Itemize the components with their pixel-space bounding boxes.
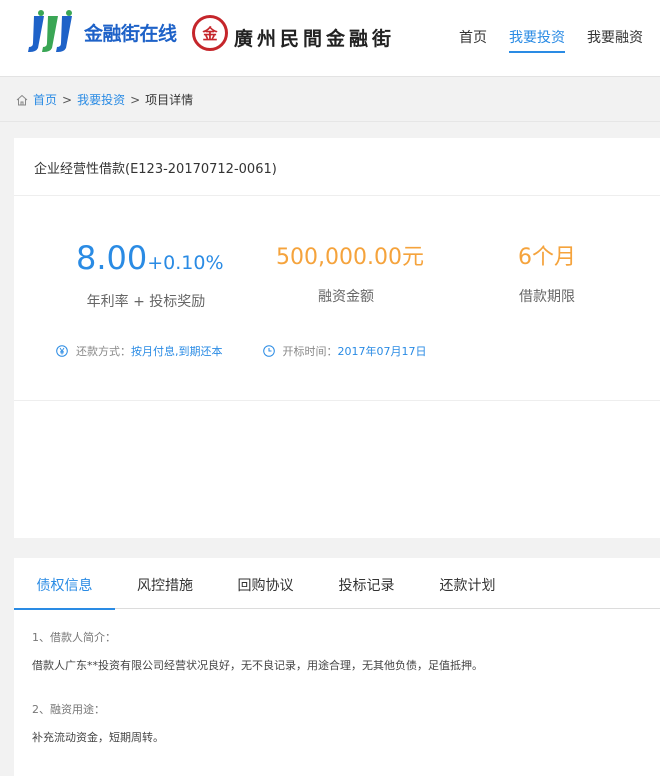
logo-text: 金融街在线 [84, 22, 177, 45]
section1-text: 借款人广东**投资有限公司经营状况良好，无不良记录，用途合理，无其他负债，足值抵… [32, 659, 483, 672]
stat-term: 6个月 借款期限 [476, 238, 618, 306]
header-divider [0, 76, 660, 77]
section2-title: 2、融资用途： [32, 703, 105, 716]
amount-label: 融资金额 [318, 289, 374, 305]
detail-tabs-panel: 债权信息 风控措施 回购协议 投标记录 还款计划 1、借款人简介： 借款人广东*… [14, 558, 660, 776]
stat-rate: 8.00+0.10% 年利率 + 投标奖励 [76, 238, 224, 311]
nav-invest[interactable]: 我要投资 [509, 0, 565, 76]
project-stats: 8.00+0.10% 年利率 + 投标奖励 500,000.00元 融资金额 6… [14, 238, 660, 318]
seal-icon: 金 [192, 15, 228, 51]
repay-label: 还款方式： [76, 345, 131, 358]
breadcrumb-separator: > [62, 92, 73, 107]
rate-label: 年利率 + 投标奖励 [86, 294, 206, 310]
repay-method: 还款方式： 按月付息,到期还本 [56, 343, 223, 359]
breadcrumb-home[interactable]: 首页 [33, 91, 57, 108]
project-meta: 还款方式： 按月付息,到期还本 开标时间： 2017年07月17日 [56, 343, 467, 359]
clock-icon [262, 345, 275, 357]
partner-brand: 廣州民間金融街 [234, 28, 396, 50]
tab-repay-plan[interactable]: 还款计划 [417, 558, 518, 609]
term-value: 6个月 [518, 245, 576, 270]
project-title: 企业经营性借款(E123-20170712-0061) [14, 138, 660, 196]
tab-buyback[interactable]: 回购协议 [215, 558, 316, 609]
rate-value: 8.00+0.10% [76, 238, 224, 283]
bonus-rate: +0.10% [147, 252, 224, 274]
home-icon [16, 94, 28, 105]
breadcrumb: 首页 > 我要投资 > 项目详情 [15, 91, 193, 108]
term-label: 借款期限 [519, 289, 575, 305]
tab-bar: 债权信息 风控措施 回购协议 投标记录 还款计划 [14, 558, 660, 610]
yen-icon [56, 345, 68, 357]
breadcrumb-separator: > [130, 92, 141, 107]
open-value: 2017年07月17日 [337, 345, 427, 358]
site-header: 金融街在线 金 廣州民間金融街 首页 我要投资 我要融资 [0, 0, 660, 76]
main-nav: 首页 我要投资 我要融资 [437, 0, 660, 76]
breadcrumb-invest[interactable]: 我要投资 [77, 91, 125, 108]
card-divider [14, 400, 660, 401]
site-logo[interactable]: 金融街在线 [26, 10, 177, 54]
project-card: 企业经营性借款(E123-20170712-0061) 8.00+0.10% 年… [14, 138, 660, 538]
nav-home[interactable]: 首页 [459, 0, 487, 76]
open-time: 开标时间： 2017年07月17日 [262, 343, 427, 359]
section1-title: 1、借款人简介： [32, 631, 116, 644]
tab-risk-control[interactable]: 风控措施 [115, 558, 215, 609]
stat-amount: 500,000.00元 融资金额 [276, 238, 424, 306]
rate-number: 8.00 [76, 239, 148, 277]
nav-financing[interactable]: 我要融资 [587, 0, 643, 76]
logo-mark-icon [26, 10, 82, 54]
repay-value: 按月付息,到期还本 [131, 345, 223, 358]
amount-value: 500,000.00元 [276, 245, 424, 270]
section2-text: 补充流动资金，短期周转。 [32, 731, 164, 744]
tab-bid-records[interactable]: 投标记录 [316, 558, 417, 609]
breadcrumb-divider [0, 121, 660, 122]
open-label: 开标时间： [282, 345, 338, 358]
tab-content: 1、借款人简介： 借款人广东**投资有限公司经营状况良好，无不良记录，用途合理，… [32, 630, 483, 746]
breadcrumb-current: 项目详情 [145, 93, 194, 107]
tab-debt-info[interactable]: 债权信息 [14, 558, 115, 610]
